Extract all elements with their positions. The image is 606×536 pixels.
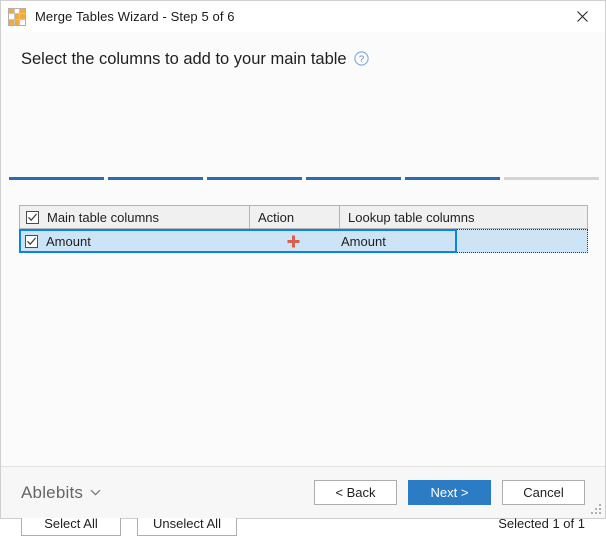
resize-grip-icon[interactable] bbox=[591, 504, 603, 516]
grid-header-action[interactable]: Action bbox=[250, 206, 340, 228]
step-segment-5 bbox=[405, 177, 500, 180]
grid-body: Amount Amount bbox=[19, 229, 588, 253]
grid-header-action-label: Action bbox=[258, 209, 295, 225]
close-button[interactable] bbox=[560, 1, 605, 31]
body-area: Main table columns Action Lookup table c… bbox=[1, 88, 605, 536]
svg-text:?: ? bbox=[358, 54, 363, 65]
step-segment-4 bbox=[306, 177, 401, 180]
back-button[interactable]: < Back bbox=[314, 480, 397, 505]
footer-buttons: < Back Next > Cancel bbox=[314, 480, 585, 505]
row-main-column-label: Amount bbox=[46, 233, 91, 249]
window-title: Merge Tables Wizard - Step 5 of 6 bbox=[35, 9, 235, 24]
grid-header-main-label: Main table columns bbox=[47, 209, 159, 225]
title-bar: Merge Tables Wizard - Step 5 of 6 bbox=[1, 1, 605, 32]
row-checkbox[interactable] bbox=[25, 234, 38, 248]
plus-icon bbox=[287, 235, 299, 247]
row-action-cell[interactable] bbox=[249, 231, 337, 251]
grid-header-row: Main table columns Action Lookup table c… bbox=[19, 205, 588, 229]
select-all-checkbox[interactable] bbox=[26, 210, 39, 224]
row-lookup-column-label: Amount bbox=[341, 233, 386, 249]
page-header: Select the columns to add to your main t… bbox=[1, 32, 605, 88]
close-icon bbox=[577, 10, 588, 22]
checkmark-icon bbox=[27, 237, 37, 245]
step-segment-2 bbox=[108, 177, 203, 180]
page-title: Select the columns to add to your main t… bbox=[21, 50, 347, 68]
step-progress-bar bbox=[9, 177, 599, 180]
next-button[interactable]: Next > bbox=[408, 480, 491, 505]
merge-tables-wizard-window: Merge Tables Wizard - Step 5 of 6 Select… bbox=[0, 0, 606, 536]
help-circle-icon[interactable]: ? bbox=[353, 51, 369, 66]
step-segment-6 bbox=[504, 177, 599, 180]
chevron-down-icon bbox=[90, 489, 101, 496]
checkmark-icon bbox=[28, 213, 38, 221]
cancel-button[interactable]: Cancel bbox=[502, 480, 585, 505]
ablebits-brand-label: Ablebits bbox=[21, 482, 84, 502]
grid-header-lookup-table-columns[interactable]: Lookup table columns bbox=[340, 206, 587, 228]
grid-header-main-table-columns[interactable]: Main table columns bbox=[20, 206, 250, 228]
step-segment-1 bbox=[9, 177, 104, 180]
row-lookup-column-cell[interactable]: Amount bbox=[337, 231, 455, 251]
footer-bar: Ablebits < Back Next > Cancel bbox=[1, 466, 605, 518]
columns-grid: Main table columns Action Lookup table c… bbox=[19, 205, 588, 253]
ablebits-menu[interactable]: Ablebits bbox=[21, 483, 101, 503]
row-focus-rectangle bbox=[457, 229, 588, 253]
grid-header-lookup-label: Lookup table columns bbox=[348, 209, 475, 225]
row-main-column-cell[interactable]: Amount bbox=[21, 231, 249, 251]
selected-count-label: Selected 1 of 1 bbox=[498, 516, 585, 531]
step-segment-3 bbox=[207, 177, 302, 180]
merge-tables-grid-icon bbox=[8, 7, 26, 26]
table-row[interactable]: Amount Amount bbox=[19, 229, 457, 253]
